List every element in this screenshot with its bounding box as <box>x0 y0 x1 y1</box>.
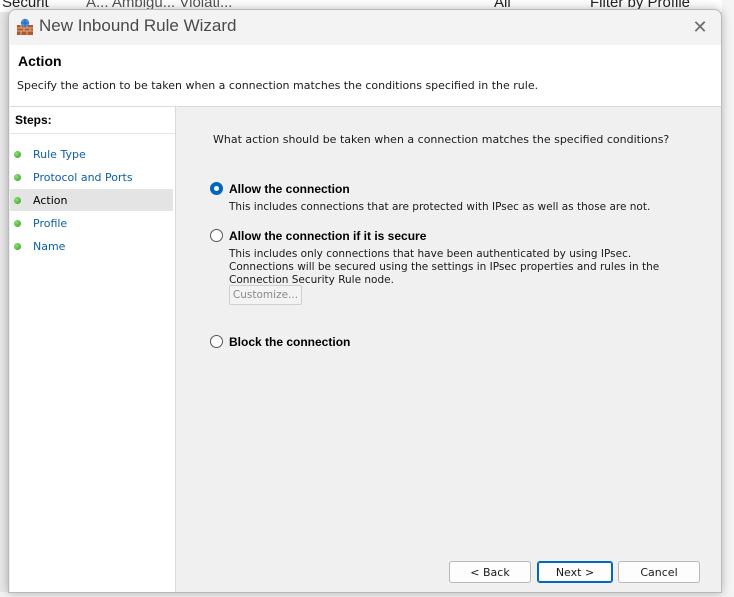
allow-connection-description: This includes connections that are prote… <box>229 201 651 213</box>
close-button[interactable]: ✕ <box>685 14 715 40</box>
step-label: Profile <box>33 216 68 230</box>
step-complete-icon <box>14 173 21 181</box>
cancel-button[interactable]: Cancel <box>618 561 700 583</box>
step-label: Protocol and Ports <box>33 170 133 184</box>
steps-panel: Steps: Rule Type Protocol and Ports Acti… <box>10 106 176 592</box>
next-button[interactable]: Next > <box>537 561 613 583</box>
step-label: Rule Type <box>33 147 86 161</box>
wizard-header: Action Specify the action to be taken wh… <box>10 45 721 106</box>
step-rule-type[interactable]: Rule Type <box>10 143 173 165</box>
step-pending-icon <box>14 242 21 250</box>
back-button[interactable]: < Back <box>449 561 531 583</box>
allow-if-secure-radio[interactable] <box>210 229 223 242</box>
step-label: Action <box>33 193 68 207</box>
action-content: What action should be taken when a conne… <box>177 106 721 592</box>
step-action[interactable]: Action <box>10 189 173 211</box>
allow-if-secure-label[interactable]: Allow the connection if it is secure <box>229 229 426 243</box>
step-protocol-and-ports[interactable]: Protocol and Ports <box>10 166 173 188</box>
background-right-pane <box>722 0 734 597</box>
allow-connection-label[interactable]: Allow the connection <box>229 182 350 196</box>
step-profile[interactable]: Profile <box>10 212 173 234</box>
customize-button[interactable]: Customize... <box>229 285 302 305</box>
step-label: Name <box>33 239 66 253</box>
steps-divider <box>10 133 175 134</box>
allow-connection-radio[interactable] <box>210 182 223 195</box>
window-title: New Inbound Rule Wizard <box>39 16 237 35</box>
wizard-window: New Inbound Rule Wizard ✕ Action Specify… <box>8 9 722 593</box>
step-current-icon <box>14 196 21 204</box>
block-connection-radio[interactable] <box>210 335 223 348</box>
step-name[interactable]: Name <box>10 235 173 257</box>
step-pending-icon <box>14 219 21 227</box>
firewall-app-icon <box>17 18 33 35</box>
block-connection-label[interactable]: Block the connection <box>229 335 350 349</box>
steps-heading: Steps: <box>15 113 52 127</box>
step-complete-icon <box>14 150 21 158</box>
page-description: Specify the action to be taken when a co… <box>17 79 539 92</box>
page-title: Action <box>18 53 62 69</box>
action-question: What action should be taken when a conne… <box>213 133 670 146</box>
title-bar[interactable]: New Inbound Rule Wizard ✕ <box>9 10 721 45</box>
close-icon: ✕ <box>692 16 708 38</box>
allow-if-secure-description: This includes only connections that have… <box>229 248 660 286</box>
